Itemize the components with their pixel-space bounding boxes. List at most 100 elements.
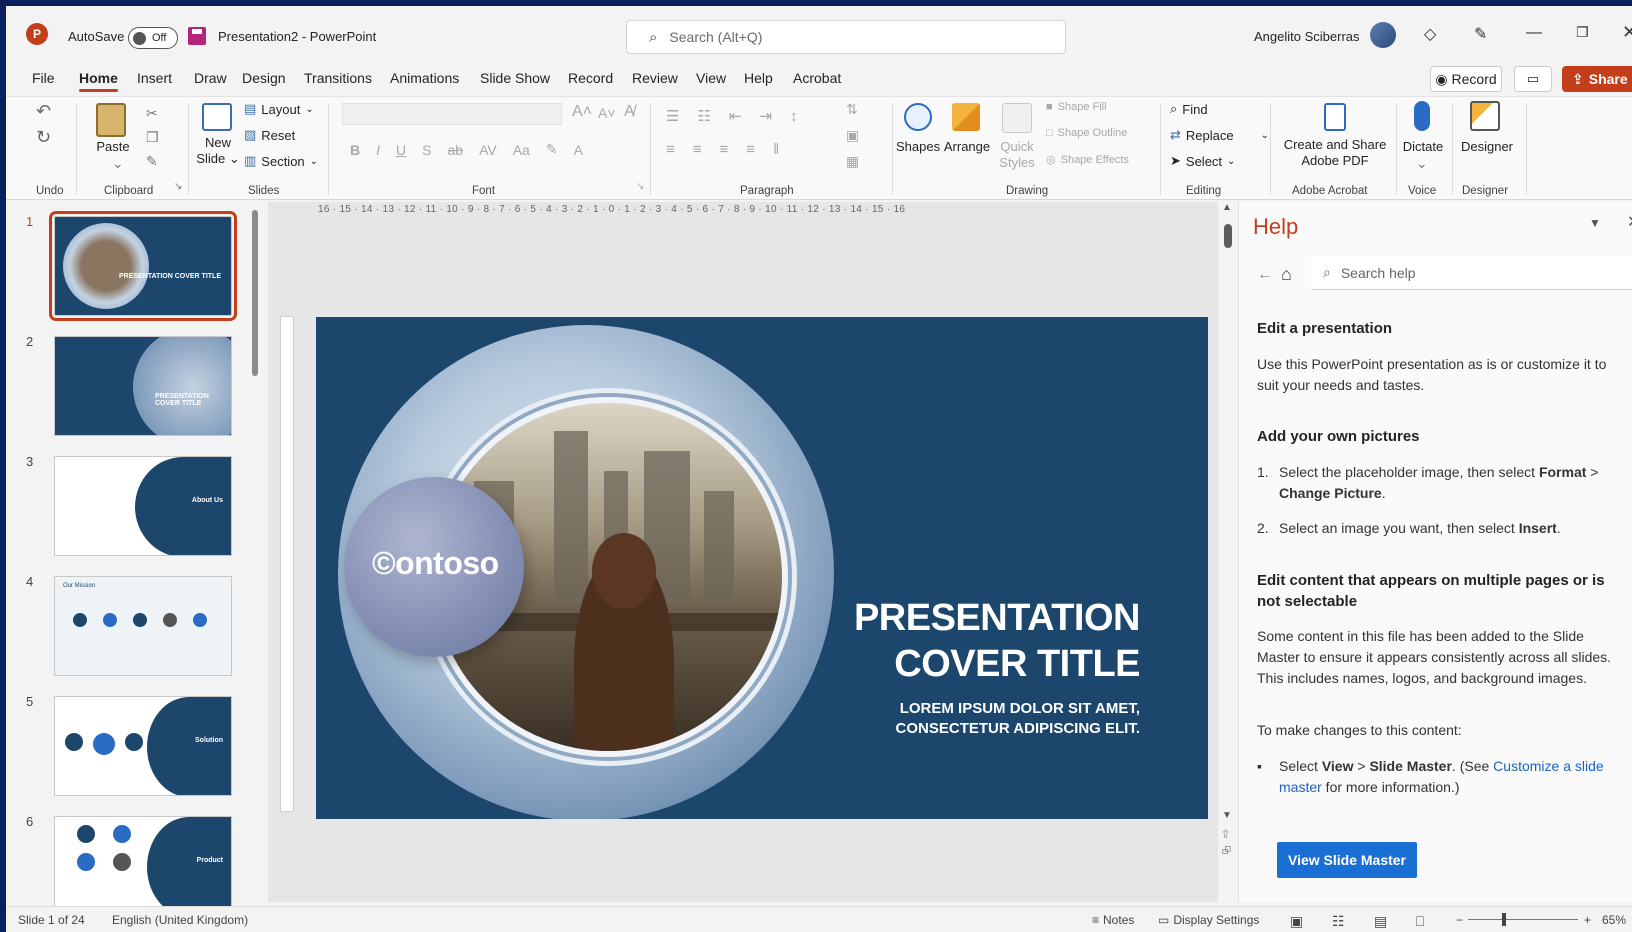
highlight-icon[interactable]: ✎	[546, 141, 558, 158]
reset-button[interactable]: ▧ Reset	[244, 127, 295, 143]
smartart-icon[interactable]: ▦	[846, 153, 859, 170]
notes-button[interactable]: ≡ Notes	[1092, 913, 1134, 927]
tab-animations[interactable]: Animations	[390, 70, 459, 86]
bullets-icon[interactable]: ☰	[666, 107, 679, 125]
tab-home[interactable]: Home	[79, 70, 118, 92]
slide-thumbnail-1[interactable]: PRESENTATION COVER TITLE	[49, 211, 237, 321]
view-slide-master-button[interactable]: View Slide Master	[1277, 842, 1417, 878]
thumbnail-scrollbar[interactable]	[252, 210, 258, 376]
display-settings-button[interactable]: ▭ Display Settings	[1158, 913, 1259, 927]
shapes-label[interactable]: Shapes	[896, 139, 940, 155]
character-spacing-icon[interactable]: AV	[479, 142, 497, 158]
find-button[interactable]: ⌕ Find	[1170, 101, 1208, 117]
minimize-icon[interactable]: —	[1526, 24, 1542, 42]
search-input[interactable]: ⌕ Search (Alt+Q)	[626, 20, 1066, 54]
restore-icon[interactable]: ❐	[1576, 24, 1589, 41]
tab-draw[interactable]: Draw	[194, 70, 227, 86]
contoso-logo[interactable]: ©ontoso	[372, 545, 499, 582]
chevron-down-icon[interactable]: ⌄	[112, 155, 124, 172]
scrollbar-thumb[interactable]	[1224, 224, 1232, 248]
tab-acrobat[interactable]: Acrobat	[793, 70, 841, 86]
dialog-launcher-icon[interactable]: ↘	[636, 181, 644, 192]
slide-thumbnail-3[interactable]: About Us	[54, 456, 232, 556]
slide-sorter-icon[interactable]: ☷	[1332, 913, 1345, 930]
create-share-pdf-label[interactable]: Create and Share Adobe PDF	[1282, 137, 1388, 169]
back-arrow-icon[interactable]: ←	[1257, 266, 1273, 284]
avatar[interactable]	[1370, 22, 1396, 48]
new-slide-icon[interactable]	[202, 103, 232, 131]
zoom-level[interactable]: 65%	[1602, 913, 1626, 927]
slide-canvas[interactable]: ©ontoso PRESENTATION COVER TITLE LOREM I…	[316, 317, 1208, 819]
italic-icon[interactable]: I	[376, 142, 380, 158]
dictate-label[interactable]: Dictate	[1400, 139, 1446, 155]
section-button[interactable]: ▥ Section ⌄	[244, 153, 318, 169]
user-name[interactable]: Angelito Sciberras	[1254, 29, 1360, 44]
layout-button[interactable]: ▤ Layout ⌄	[244, 101, 314, 117]
dialog-launcher-icon[interactable]: ↘	[174, 181, 182, 192]
slide-thumbnail-5[interactable]: Solution	[54, 696, 232, 796]
tab-view[interactable]: View	[696, 70, 726, 86]
pen-icon[interactable]: ✎	[1474, 24, 1487, 44]
new-slide-label[interactable]: New Slide ⌄	[196, 135, 240, 167]
slide-subtitle[interactable]: LOREM IPSUM DOLOR SIT AMET, CONSECTETUR …	[896, 699, 1140, 739]
align-center-icon[interactable]: ≡	[693, 141, 702, 158]
copy-icon[interactable]: ❐	[146, 129, 159, 146]
scroll-up-icon[interactable]: ▲	[1222, 202, 1232, 213]
replace-button[interactable]: ⇄ Replace ⌄	[1170, 127, 1269, 143]
cut-icon[interactable]: ✂	[146, 105, 158, 122]
save-icon[interactable]	[188, 27, 206, 45]
chevron-down-icon[interactable]: ⌄	[1416, 155, 1428, 172]
shape-outline-button[interactable]: □ Shape Outline	[1046, 127, 1127, 139]
reading-view-icon[interactable]: ▤	[1374, 913, 1387, 930]
change-case-icon[interactable]: Aa	[513, 142, 530, 158]
record-button[interactable]: ◉ Record	[1430, 66, 1502, 92]
tab-transitions[interactable]: Transitions	[304, 70, 372, 86]
font-color-icon[interactable]: A	[574, 142, 583, 158]
slide-thumbnail-2[interactable]: PRESENTATION COVER TITLE	[54, 336, 232, 436]
tab-slide-show[interactable]: Slide Show	[480, 70, 550, 86]
help-search-input[interactable]: ⌕ Search help	[1311, 256, 1632, 290]
microphone-icon[interactable]	[1414, 101, 1430, 131]
quick-styles-icon[interactable]	[1002, 103, 1032, 133]
home-icon[interactable]: ⌂	[1281, 264, 1292, 285]
chevron-down-icon[interactable]: ▼	[1589, 216, 1601, 230]
close-icon[interactable]: ✕	[1622, 22, 1632, 43]
comments-button[interactable]: ▭	[1514, 66, 1552, 92]
arrange-label[interactable]: Arrange	[942, 139, 992, 155]
zoom-out-icon[interactable]: −	[1456, 913, 1463, 927]
slide-thumbnail-6[interactable]: Product	[54, 816, 232, 916]
shadow-icon[interactable]: S	[422, 142, 431, 158]
slideshow-view-icon[interactable]: ⎕	[1416, 913, 1424, 930]
slide-thumbnail-4[interactable]: Our Mission	[54, 576, 232, 676]
align-right-icon[interactable]: ≡	[720, 141, 729, 158]
designer-icon[interactable]	[1470, 101, 1500, 131]
arrange-icon[interactable]	[952, 103, 980, 131]
line-spacing-icon[interactable]: ↕	[790, 108, 798, 125]
editor-scrollbar[interactable]: ▲ ▼ ⮸ ⮺	[1222, 202, 1232, 896]
increase-indent-icon[interactable]: ⇥	[759, 107, 772, 125]
decrease-indent-icon[interactable]: ⇤	[729, 107, 742, 125]
redo-icon[interactable]: ↻	[36, 127, 51, 148]
language-indicator[interactable]: English (United Kingdom)	[112, 913, 248, 927]
tab-record[interactable]: Record	[568, 70, 613, 86]
text-direction-icon[interactable]: ⇅	[846, 101, 858, 118]
shrink-font-icon[interactable]: A˅	[598, 105, 616, 121]
adobe-pdf-icon[interactable]	[1324, 103, 1346, 131]
shapes-icon[interactable]	[904, 103, 932, 131]
zoom-in-icon[interactable]: +	[1584, 913, 1591, 927]
strikethrough-icon[interactable]: ab	[447, 142, 463, 158]
justify-icon[interactable]: ≡	[746, 141, 755, 158]
underline-icon[interactable]: U	[396, 142, 406, 158]
undo-icon[interactable]: ↶	[36, 101, 51, 122]
numbering-icon[interactable]: ☷	[697, 107, 710, 125]
align-left-icon[interactable]: ≡	[666, 141, 675, 158]
tab-insert[interactable]: Insert	[137, 70, 172, 86]
next-slide-icon[interactable]: ⮺	[1222, 842, 1231, 861]
shape-fill-button[interactable]: ■ Shape Fill	[1046, 101, 1107, 113]
clear-formatting-icon[interactable]: A̸	[624, 103, 635, 121]
close-icon[interactable]: ✕	[1627, 212, 1632, 232]
quick-styles-label[interactable]: Quick Styles	[994, 139, 1040, 171]
tab-help[interactable]: Help	[744, 70, 773, 86]
align-text-icon[interactable]: ▣	[846, 127, 859, 144]
bold-icon[interactable]: B	[350, 142, 360, 158]
